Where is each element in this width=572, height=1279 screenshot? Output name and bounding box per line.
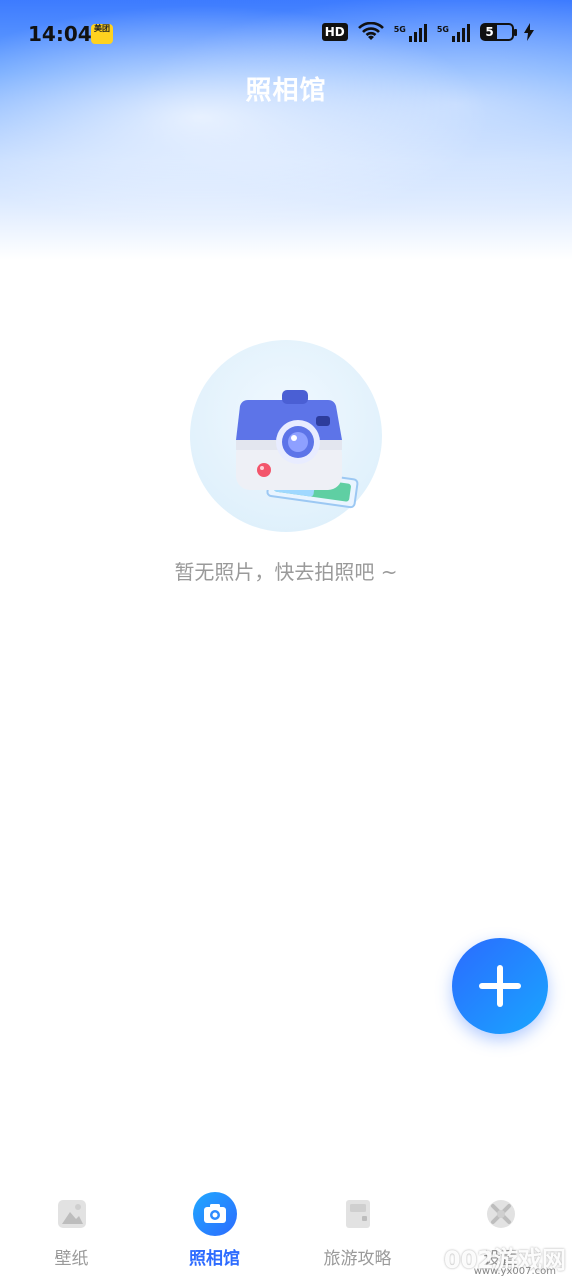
tab-wallpaper[interactable]: 壁纸 [0,1192,143,1269]
wifi-icon [357,22,384,40]
charging-icon [524,23,534,41]
wallpaper-icon [57,1200,86,1228]
status-time: 14:04 [28,22,92,46]
settings-icon [486,1200,515,1228]
signal-icon: 5G [394,22,427,42]
battery-icon: 5 [480,23,517,41]
empty-state-illustration [190,340,382,532]
app-notification-icon: 美团 [91,24,113,44]
tab-label: 旅游攻略 [323,1249,392,1269]
camera-icon [192,1192,237,1236]
tab-travel-guide[interactable]: 旅游攻略 [286,1192,429,1269]
hd-icon: HD [321,23,348,41]
page-title: 照相馆 [245,76,327,106]
status-icons: HD 5G 5G 5 [321,22,534,42]
tab-label: 照相馆 [189,1249,240,1269]
camera-illustration-icon [236,390,359,509]
signal-icon-2: 5G [437,22,470,42]
tab-label: 壁纸 [54,1249,89,1269]
empty-state-message: 暂无照片，快去拍照吧 ~ [174,560,398,584]
battery-level: 5 [482,25,497,39]
plus-icon [479,965,521,1007]
add-photo-button[interactable] [452,938,548,1034]
status-bar: 14:04 美团 HD 5G 5G 5 [0,0,572,68]
tab-photo-studio[interactable]: 照相馆 [143,1192,286,1269]
watermark-url: www.yx007.com [473,1266,556,1277]
guide-book-icon [345,1200,370,1228]
